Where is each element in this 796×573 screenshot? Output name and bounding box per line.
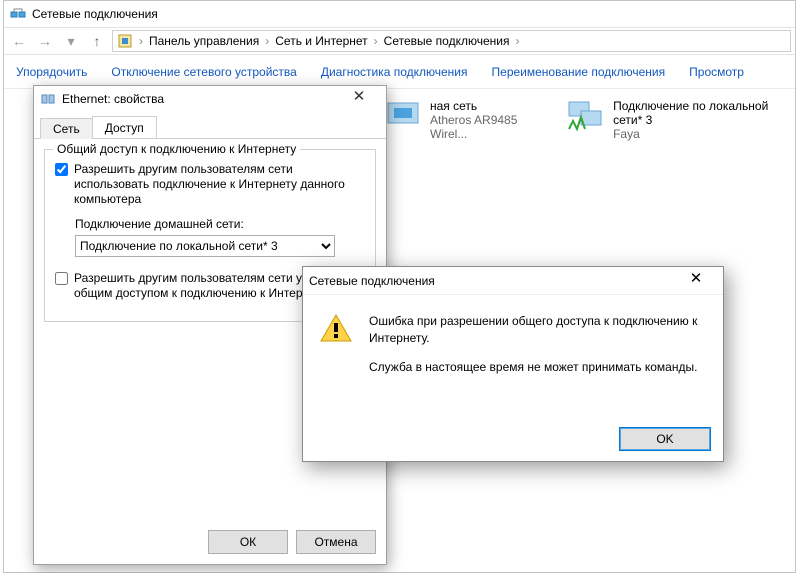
recent-button[interactable]: ▾ [60, 30, 82, 52]
properties-buttons: ОК Отмена [208, 530, 376, 554]
chevron-right-icon: › [374, 34, 378, 48]
allow-sharing-checkbox[interactable] [55, 163, 68, 176]
window-titlebar[interactable]: Сетевые подключения [4, 1, 795, 27]
home-network-label: Подключение домашней сети: [75, 217, 365, 231]
ok-button[interactable]: OK [619, 427, 711, 451]
allow-sharing-label: Разрешить другим пользователям сети испо… [74, 162, 365, 207]
rename-button[interactable]: Переименование подключения [492, 65, 666, 79]
allow-control-checkbox[interactable] [55, 272, 68, 285]
breadcrumb-item[interactable]: Сеть и Интернет [275, 34, 367, 48]
connection-status: Faya [613, 127, 787, 141]
tab-strip: Сеть Доступ [34, 115, 386, 139]
cancel-button[interactable]: Отмена [296, 530, 376, 554]
error-text: Ошибка при разрешении общего доступа к п… [369, 313, 707, 375]
connection-item[interactable]: Подключение по локальной сети* 3 Faya [567, 99, 787, 141]
tab-network[interactable]: Сеть [40, 118, 93, 139]
error-titlebar[interactable]: Сетевые подключения ✕ [303, 267, 723, 295]
network-connections-icon [10, 6, 26, 22]
connection-name: Подключение по локальной сети* 3 [613, 99, 787, 127]
back-button[interactable]: ← [8, 30, 30, 52]
ok-button[interactable]: ОК [208, 530, 288, 554]
home-network-select[interactable]: Подключение по локальной сети* 3 [75, 235, 335, 257]
forward-button[interactable]: → [34, 30, 56, 52]
window-title: Сетевые подключения [32, 7, 158, 21]
breadcrumb-bar[interactable]: › Панель управления › Сеть и Интернет › … [112, 30, 791, 52]
lan-adapter-icon [567, 99, 605, 135]
connection-adapter: Atheros AR9485 Wirel... [430, 113, 541, 141]
organize-menu[interactable]: Упорядочить [16, 65, 87, 79]
error-message-2: Служба в настоящее время не может приним… [369, 359, 707, 376]
up-button[interactable]: ↑ [86, 30, 108, 52]
disable-device-button[interactable]: Отключение сетевого устройства [111, 65, 296, 79]
connection-name: ная сеть [430, 99, 541, 113]
chevron-right-icon: › [265, 34, 269, 48]
error-title: Сетевые подключения [309, 274, 675, 288]
chevron-right-icon: › [139, 34, 143, 48]
group-legend: Общий доступ к подключению к Интернету [53, 142, 300, 156]
error-buttons: OK [619, 427, 711, 451]
connection-item[interactable]: ная сеть Atheros AR9485 Wirel... [384, 99, 541, 141]
chevron-right-icon: › [515, 34, 519, 48]
close-icon[interactable]: ✕ [338, 87, 380, 111]
breadcrumb-item[interactable]: Сетевые подключения [384, 34, 510, 48]
properties-titlebar[interactable]: Ethernet: свойства ✕ [34, 86, 386, 112]
warning-icon [319, 313, 353, 343]
view-button[interactable]: Просмотр [689, 65, 744, 79]
allow-sharing-row: Разрешить другим пользователям сети испо… [55, 162, 365, 207]
error-dialog: Сетевые подключения ✕ Ошибка при разреше… [302, 266, 724, 462]
ethernet-icon [40, 91, 56, 107]
properties-title: Ethernet: свойства [62, 92, 332, 106]
control-panel-icon [117, 33, 133, 49]
breadcrumb-item[interactable]: Панель управления [149, 34, 259, 48]
tab-access[interactable]: Доступ [92, 116, 157, 138]
close-icon[interactable]: ✕ [675, 269, 717, 293]
wifi-adapter-icon [384, 99, 422, 135]
connections-list: ная сеть Atheros AR9485 Wirel... Подключ… [384, 99, 787, 141]
diagnose-button[interactable]: Диагностика подключения [321, 65, 468, 79]
address-bar: ← → ▾ ↑ › Панель управления › Сеть и Инт… [4, 27, 795, 55]
error-message-1: Ошибка при разрешении общего доступа к п… [369, 313, 707, 347]
command-bar: Упорядочить Отключение сетевого устройст… [4, 55, 795, 89]
error-body: Ошибка при разрешении общего доступа к п… [303, 295, 723, 385]
